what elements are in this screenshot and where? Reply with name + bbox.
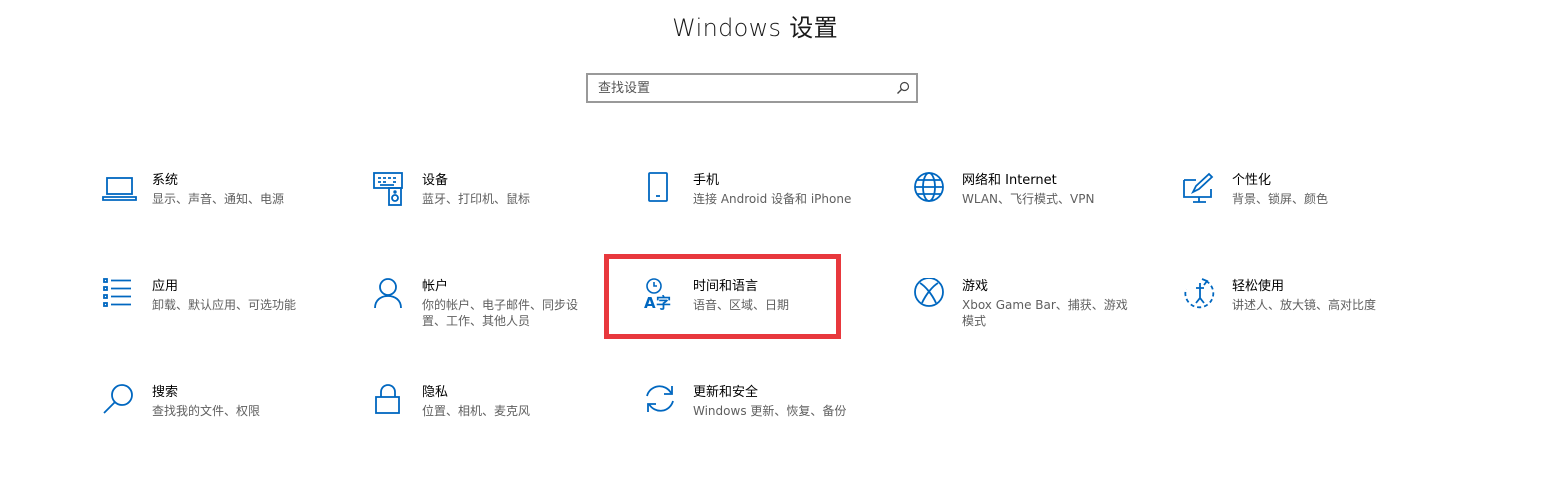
tile-personalization-name: 个性化 xyxy=(1232,173,1272,188)
lock-icon xyxy=(372,384,408,420)
tile-accounts[interactable]: 帐户 你的帐户、电子邮件、同步设置、工作、其他人员 xyxy=(372,278,632,348)
tile-network-desc: WLAN、飞行模式、VPN xyxy=(962,192,1095,206)
person-icon xyxy=(372,278,408,314)
svg-text:A: A xyxy=(644,294,656,312)
sync-icon xyxy=(643,384,679,420)
tile-privacy[interactable]: 隐私 位置、相机、麦克风 xyxy=(372,384,632,454)
tile-ease-of-access-desc: 讲述人、放大镜、高对比度 xyxy=(1232,298,1377,312)
tile-system-name: 系统 xyxy=(152,173,179,188)
tile-system[interactable]: 系统 显示、声音、通知、电源 xyxy=(102,172,362,242)
tile-gaming[interactable]: 游戏 Xbox Game Bar、捕获、游戏模式 xyxy=(912,278,1172,348)
tile-accounts-desc: 你的帐户、电子邮件、同步设置、工作、其他人员 xyxy=(422,298,579,328)
tile-time-language[interactable]: A 字 时间和语言 语音、区域、日期 xyxy=(643,278,903,348)
search-input[interactable] xyxy=(588,75,898,101)
tile-update-security[interactable]: 更新和安全 Windows 更新、恢复、备份 xyxy=(643,384,903,454)
tile-accounts-name: 帐户 xyxy=(422,279,449,294)
search-box[interactable] xyxy=(586,73,918,103)
tile-privacy-name: 隐私 xyxy=(422,385,449,400)
devices-icon xyxy=(372,172,408,208)
tile-time-language-desc: 语音、区域、日期 xyxy=(693,298,790,312)
tile-phone[interactable]: 手机 连接 Android 设备和 iPhone xyxy=(643,172,903,242)
tile-apps-name: 应用 xyxy=(152,279,179,294)
search-icon[interactable] xyxy=(896,81,910,95)
tile-devices-name: 设备 xyxy=(422,173,449,188)
svg-text:字: 字 xyxy=(656,294,671,312)
tile-devices[interactable]: 设备 蓝牙、打印机、鼠标 xyxy=(372,172,632,242)
laptop-icon xyxy=(102,172,138,208)
tile-time-language-name: 时间和语言 xyxy=(693,279,759,294)
tile-devices-desc: 蓝牙、打印机、鼠标 xyxy=(422,192,531,206)
tile-search-desc: 查找我的文件、权限 xyxy=(152,404,261,418)
ease-of-access-icon xyxy=(1182,278,1218,314)
search-magnifier-icon xyxy=(102,384,138,420)
tile-search-name: 搜索 xyxy=(152,385,179,400)
xbox-icon xyxy=(912,278,948,314)
tile-phone-name: 手机 xyxy=(693,173,720,188)
tile-gaming-desc: Xbox Game Bar、捕获、游戏模式 xyxy=(962,298,1128,328)
tile-update-security-name: 更新和安全 xyxy=(693,385,759,400)
tile-personalization[interactable]: 个性化 背景、锁屏、颜色 xyxy=(1182,172,1442,242)
tile-ease-of-access[interactable]: 轻松使用 讲述人、放大镜、高对比度 xyxy=(1182,278,1442,348)
tile-network-name: 网络和 Internet xyxy=(962,173,1057,188)
tile-network[interactable]: 网络和 Internet WLAN、飞行模式、VPN xyxy=(912,172,1172,242)
phone-icon xyxy=(643,172,679,208)
tile-system-desc: 显示、声音、通知、电源 xyxy=(152,192,285,206)
tile-apps-desc: 卸载、默认应用、可选功能 xyxy=(152,298,297,312)
tile-gaming-name: 游戏 xyxy=(962,279,989,294)
tile-phone-desc: 连接 Android 设备和 iPhone xyxy=(693,192,852,206)
time-language-icon: A 字 xyxy=(643,278,679,314)
tile-personalization-desc: 背景、锁屏、颜色 xyxy=(1232,192,1329,206)
personalization-icon xyxy=(1182,172,1218,208)
tile-apps[interactable]: 应用 卸载、默认应用、可选功能 xyxy=(102,278,362,348)
tile-update-security-desc: Windows 更新、恢复、备份 xyxy=(693,404,847,418)
tile-ease-of-access-name: 轻松使用 xyxy=(1232,279,1285,294)
apps-list-icon xyxy=(102,278,138,314)
tile-search[interactable]: 搜索 查找我的文件、权限 xyxy=(102,384,362,454)
tile-privacy-desc: 位置、相机、麦克风 xyxy=(422,404,531,418)
page-title: Windows 设置 xyxy=(672,14,838,42)
globe-icon xyxy=(912,172,948,208)
